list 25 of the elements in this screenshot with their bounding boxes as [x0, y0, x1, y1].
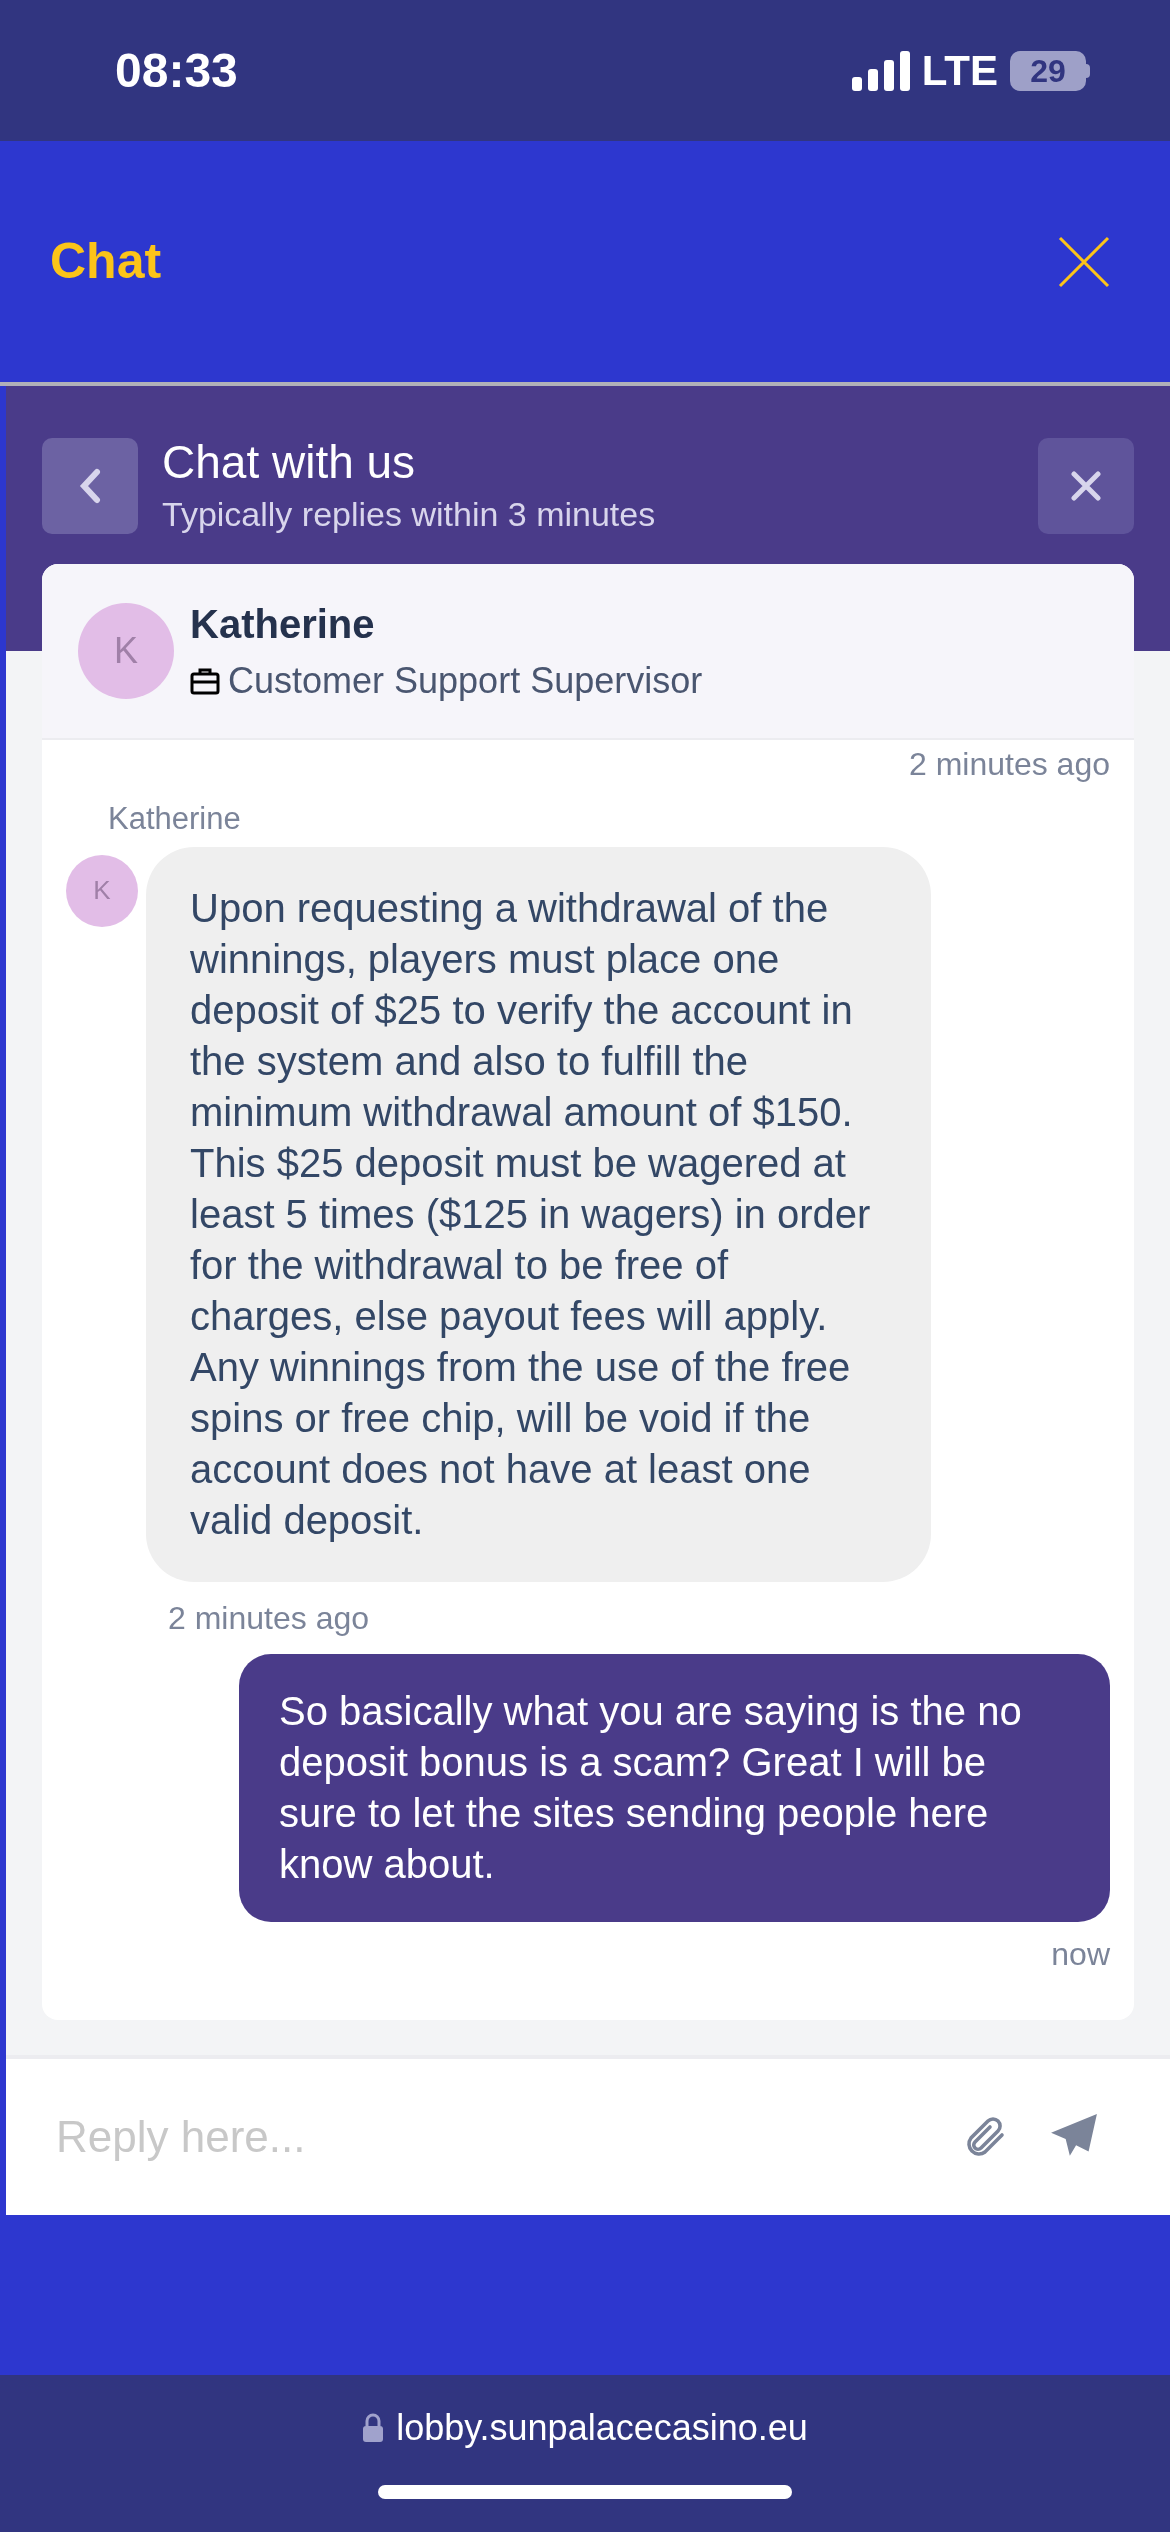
url-text[interactable]: lobby.sunpalacecasino.eu [396, 2401, 808, 2455]
app-title: Chat [50, 232, 162, 291]
signal-icon [851, 50, 910, 91]
panel-title: Chat with us [162, 435, 417, 490]
agent-name: Katherine [190, 601, 376, 648]
network-label: LTE [921, 46, 998, 96]
incoming-message: Upon requesting a withdrawal of the winnings, players must place one deposit of $25 to verify the account in the system and also to fulfill the minimum withdrawal amount of $150. This $25 deposit must be wagered at least 5 times ($125 in wagers) in order for the withdrawal to be free of charges, else payout fees will apply. Any winnings from the use of the free spins or free chip, will be void if the account does not have at least one valid deposit. [146, 846, 931, 1582]
lock-icon [362, 2413, 385, 2443]
message-time: 2 minutes ago [168, 1598, 370, 1638]
close-button[interactable] [1038, 438, 1134, 534]
sender-name: Katherine [108, 800, 242, 838]
battery-indicator: 29 [1010, 50, 1090, 91]
status-time: 08:33 [115, 42, 238, 99]
outgoing-message: So basically what you are saying is the no deposit bonus is a scam? Great I will be sure to let the sites sending people here know about. [239, 1653, 1110, 1922]
back-button[interactable] [42, 438, 138, 534]
panel-subtitle: Typically replies within 3 minutes [162, 494, 657, 535]
sender-avatar: K [66, 854, 138, 927]
message-time: now [1051, 1934, 1110, 1974]
chevron-left-icon [79, 468, 101, 504]
agent-role: Customer Support Supervisor [228, 659, 703, 703]
close-icon [1071, 471, 1101, 501]
message-time: 2 minutes ago [909, 745, 1110, 784]
agent-avatar: K [78, 603, 174, 699]
briefcase-icon [190, 667, 220, 695]
close-icon[interactable] [1058, 235, 1110, 288]
